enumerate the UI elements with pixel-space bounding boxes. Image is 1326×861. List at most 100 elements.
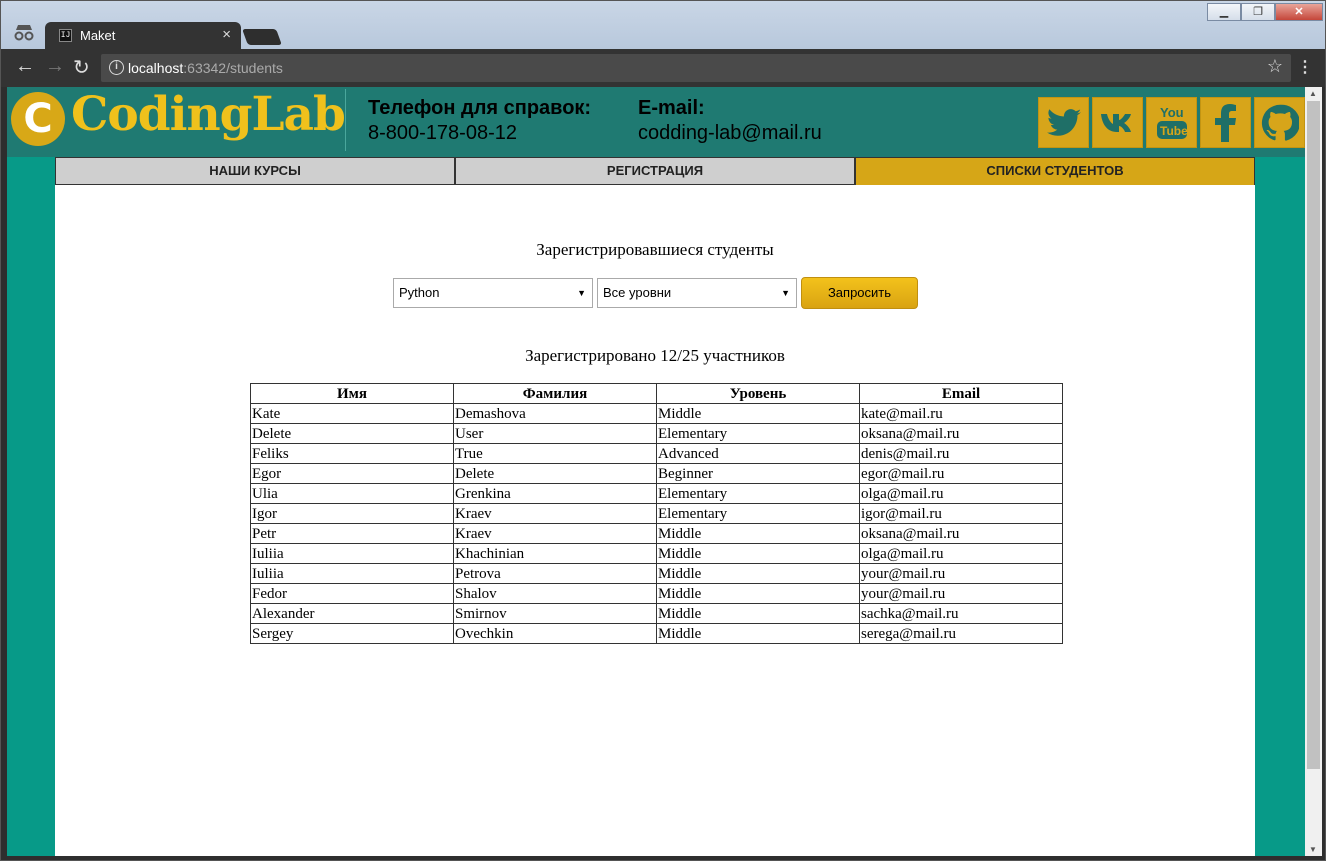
registered-count: Зарегистрировано 12/25 участников bbox=[525, 346, 785, 365]
table-row: Alexander Smirnov Middle sachka@mail.ru bbox=[250, 603, 1063, 624]
table-cell: kate@mail.ru bbox=[859, 403, 1063, 424]
course-select-value: Python bbox=[399, 285, 440, 300]
table-cell: Ovechkin bbox=[453, 623, 657, 644]
email-address: codding-lab@mail.ru bbox=[638, 122, 822, 144]
new-tab-button[interactable] bbox=[242, 29, 282, 45]
logo-text[interactable]: CodingLab bbox=[71, 87, 346, 142]
table-cell: Petr bbox=[250, 523, 454, 544]
intellij-favicon-icon: IJ bbox=[59, 29, 72, 42]
request-button[interactable]: Запросить bbox=[801, 277, 918, 309]
table-cell: Shalov bbox=[453, 583, 657, 604]
close-window-button[interactable]: ✕ bbox=[1275, 3, 1323, 21]
table-cell: your@mail.ru bbox=[859, 563, 1063, 584]
table-cell: Kraev bbox=[453, 503, 657, 524]
scrollbar-thumb[interactable] bbox=[1307, 101, 1320, 769]
table-row: Ulia Grenkina Elementary olga@mail.ru bbox=[250, 483, 1063, 504]
table-cell: Sergey bbox=[250, 623, 454, 644]
table-row: Feliks True Advanced denis@mail.ru bbox=[250, 443, 1063, 464]
menu-item-registration[interactable]: РЕГИСТРАЦИЯ bbox=[455, 157, 855, 185]
tab-title: Maket bbox=[80, 28, 116, 43]
logo-circle[interactable]: C bbox=[11, 92, 65, 146]
table-cell: Grenkina bbox=[453, 483, 657, 504]
table-cell: Petrova bbox=[453, 563, 657, 584]
social-links: You Tube bbox=[1038, 97, 1305, 148]
table-cell: Iuliia bbox=[250, 543, 454, 564]
table-cell: Middle bbox=[656, 603, 860, 624]
table-cell: Middle bbox=[656, 543, 860, 564]
table-cell: Middle bbox=[656, 523, 860, 544]
students-table: Имя Фамилия Уровень Email Kate Demashova M… bbox=[250, 383, 1063, 644]
scroll-up-icon[interactable]: ▲ bbox=[1309, 89, 1317, 98]
reload-icon[interactable]: ↻ bbox=[73, 55, 90, 80]
table-row: Fedor Shalov Middle your@mail.ru bbox=[250, 583, 1063, 604]
window-controls: ▁ ❐ ✕ bbox=[1207, 3, 1323, 21]
table-cell: Kraev bbox=[453, 523, 657, 544]
table-cell: Delete bbox=[250, 423, 454, 444]
email-label: E-mail: bbox=[638, 97, 705, 119]
back-arrow-icon[interactable]: ← bbox=[15, 55, 35, 78]
level-select-value: Все уровни bbox=[603, 285, 672, 300]
phone-label: Телефон для справок: bbox=[368, 97, 592, 119]
browser-tab[interactable]: IJ Maket × bbox=[45, 22, 241, 50]
course-select[interactable]: Python ▼ bbox=[393, 278, 593, 308]
menu-item-student-lists[interactable]: СПИСКИ СТУДЕНТОВ bbox=[855, 157, 1255, 187]
table-row: Petr Kraev Middle oksana@mail.ru bbox=[250, 523, 1063, 544]
youtube-icon[interactable]: You Tube bbox=[1146, 97, 1197, 148]
column-header-email: Email bbox=[859, 383, 1063, 404]
table-cell: Middle bbox=[656, 403, 860, 424]
svg-text:You: You bbox=[1160, 105, 1184, 120]
table-cell: Elementary bbox=[656, 423, 860, 444]
forward-arrow-icon[interactable]: → bbox=[45, 55, 65, 78]
level-select[interactable]: Все уровни ▼ bbox=[597, 278, 797, 308]
page-title: Зарегистрировавшиеся студенты bbox=[536, 240, 774, 259]
table-cell: Fedor bbox=[250, 583, 454, 604]
tab-close-icon[interactable]: × bbox=[222, 26, 231, 43]
twitter-icon[interactable] bbox=[1038, 97, 1089, 148]
table-cell: oksana@mail.ru bbox=[859, 523, 1063, 544]
menu-item-courses[interactable]: НАШИ КУРСЫ bbox=[55, 157, 455, 185]
incognito-icon bbox=[14, 25, 34, 41]
table-cell: oksana@mail.ru bbox=[859, 423, 1063, 444]
table-cell: Demashova bbox=[453, 403, 657, 424]
title-bar: IJ Maket × ▁ ❐ ✕ bbox=[1, 1, 1325, 50]
github-icon[interactable] bbox=[1254, 97, 1305, 148]
chevron-down-icon: ▼ bbox=[577, 288, 586, 298]
vertical-scrollbar[interactable]: ▲ ▼ bbox=[1305, 87, 1322, 856]
vk-icon[interactable] bbox=[1092, 97, 1143, 148]
table-cell: olga@mail.ru bbox=[859, 543, 1063, 564]
column-header-surname: Фамилия bbox=[453, 383, 657, 404]
minimize-button[interactable]: ▁ bbox=[1207, 3, 1241, 21]
info-icon[interactable]: i bbox=[109, 60, 124, 75]
browser-menu-icon[interactable]: ⋮ bbox=[1297, 57, 1313, 77]
email-block: E-mail: codding-lab@mail.ru bbox=[638, 97, 822, 145]
phone-number: 8-800-178-08-12 bbox=[368, 122, 517, 144]
column-header-level: Уровень bbox=[656, 383, 860, 404]
svg-text:Tube: Tube bbox=[1160, 124, 1188, 138]
maximize-button[interactable]: ❐ bbox=[1241, 3, 1275, 21]
table-cell: igor@mail.ru bbox=[859, 503, 1063, 524]
main-content: Зарегистрировавшиеся студенты Python ▼ В… bbox=[55, 185, 1255, 856]
browser-window: IJ Maket × ▁ ❐ ✕ ← → ↻ i localhost:63342… bbox=[0, 0, 1326, 861]
table-cell: Elementary bbox=[656, 503, 860, 524]
table-row: Igor Kraev Elementary igor@mail.ru bbox=[250, 503, 1063, 524]
table-cell: Igor bbox=[250, 503, 454, 524]
table-cell: Delete bbox=[453, 463, 657, 484]
chevron-down-icon: ▼ bbox=[781, 288, 790, 298]
table-row: Sergey Ovechkin Middle serega@mail.ru bbox=[250, 623, 1063, 644]
scroll-down-icon[interactable]: ▼ bbox=[1309, 845, 1317, 854]
table-cell: True bbox=[453, 443, 657, 464]
table-cell: Iuliia bbox=[250, 563, 454, 584]
table-row: Kate Demashova Middle kate@mail.ru bbox=[250, 403, 1063, 424]
table-body: Kate Demashova Middle kate@mail.ru Delete Use… bbox=[250, 403, 1063, 644]
facebook-icon[interactable] bbox=[1200, 97, 1251, 148]
table-cell: denis@mail.ru bbox=[859, 443, 1063, 464]
url-text: localhost:63342/students bbox=[128, 60, 283, 76]
site-header: C CodingLab Телефон для справок: 8-800-1… bbox=[7, 87, 1305, 157]
address-bar[interactable]: i localhost:63342/students ☆ bbox=[101, 54, 1291, 82]
bookmark-star-icon[interactable]: ☆ bbox=[1267, 56, 1283, 77]
logo-divider bbox=[345, 89, 346, 151]
phone-block: Телефон для справок: 8-800-178-08-12 bbox=[368, 97, 591, 145]
table-cell: Elementary bbox=[656, 483, 860, 504]
table-cell: Smirnov bbox=[453, 603, 657, 624]
table-cell: sachka@mail.ru bbox=[859, 603, 1063, 624]
